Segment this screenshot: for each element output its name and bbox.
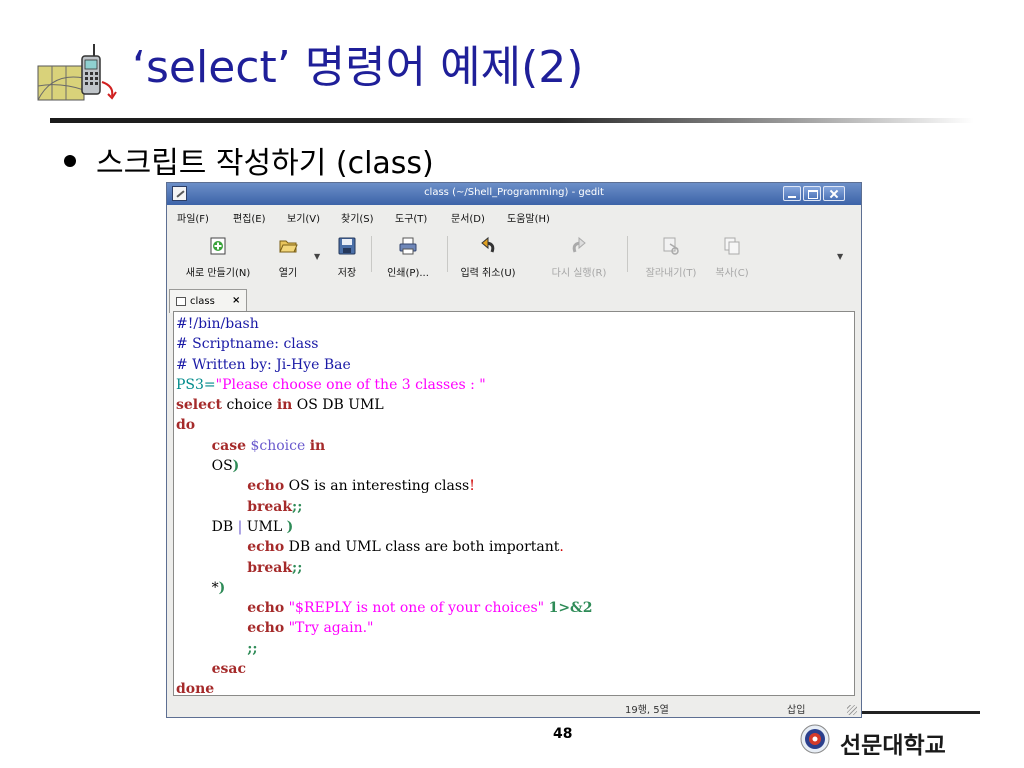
page-number: 48 — [553, 726, 573, 742]
status-bar: 19행, 5열 삽입 — [167, 697, 861, 717]
toolbar: 새로 만들기(N) 열기 ▼ 저장 인쇄(P)... 입력 취소(U) 다시 실… — [167, 228, 861, 286]
tab-label: class — [190, 296, 215, 307]
window-title: class (~/Shell_Programming) - gedit — [424, 187, 604, 198]
toolbar-separator — [447, 236, 448, 272]
new-document-icon — [210, 237, 226, 255]
document-icon — [176, 297, 186, 306]
new-button[interactable]: 새로 만들기(N) — [171, 228, 265, 284]
menu-edit[interactable]: 편집(E) — [233, 210, 266, 225]
close-window-button[interactable] — [823, 186, 845, 201]
resize-grip-icon[interactable] — [847, 705, 857, 715]
university-logo-text: 선문대학교 — [840, 732, 946, 759]
presentation-clipart-icon — [37, 44, 117, 101]
code-line: echo "Try again." — [247, 620, 374, 637]
code-line: PS3="Please choose one of the 3 classes … — [176, 376, 486, 393]
code-line: DB | UML ) — [176, 518, 294, 535]
open-button[interactable]: 열기 — [265, 228, 311, 284]
print-button-label: 인쇄(P)... — [387, 268, 429, 279]
bullet-text: 스크립트 작성하기 (class) — [96, 146, 434, 181]
code-line: OS) — [176, 458, 240, 475]
open-button-label: 열기 — [278, 268, 298, 279]
code-line: break;; — [247, 559, 303, 576]
toolbar-separator — [371, 236, 372, 272]
copy-button[interactable]: 복사(C) — [707, 228, 757, 284]
redo-button-label: 다시 실행(R) — [551, 268, 607, 279]
menu-view[interactable]: 보기(V) — [287, 210, 320, 225]
code-line: ;; — [247, 640, 258, 657]
insert-mode: 삽입 — [787, 705, 806, 716]
document-tabs: class × — [167, 287, 861, 313]
save-icon — [338, 237, 356, 255]
new-button-label: 새로 만들기(N) — [185, 268, 251, 279]
footer-divider — [862, 711, 980, 714]
print-button[interactable]: 인쇄(P)... — [375, 228, 441, 284]
code-line: # Scriptname: class — [176, 336, 319, 353]
redo-icon — [572, 236, 586, 253]
code-line: echo DB and UML class are both important… — [247, 539, 564, 556]
code-line: done — [176, 681, 215, 696]
folder-icon — [279, 240, 298, 253]
save-button-label: 저장 — [337, 268, 357, 279]
code-text: #!/bin/bash # Scriptname: class # Writte… — [174, 312, 854, 696]
toolbar-overflow-icon[interactable]: ▼ — [837, 252, 843, 261]
maximize-button[interactable] — [803, 186, 821, 201]
redo-button[interactable]: 다시 실행(R) — [541, 228, 617, 284]
scissors-icon — [663, 237, 679, 255]
open-recent-dropdown-icon[interactable]: ▼ — [314, 252, 320, 261]
code-line: select choice in OS DB UML — [176, 397, 384, 414]
menu-bar: 파일(F) 편집(E) 보기(V) 찾기(S) 도구(T) 문서(D) 도움말(… — [167, 206, 861, 226]
menu-search[interactable]: 찾기(S) — [341, 210, 374, 225]
code-line: # Written by: Ji-Hye Bae — [176, 356, 351, 373]
save-button[interactable]: 저장 — [327, 228, 367, 284]
gedit-window: class (~/Shell_Programming) - gedit 파일(F… — [166, 182, 862, 718]
close-tab-icon[interactable]: × — [232, 295, 240, 306]
text-editor[interactable]: #!/bin/bash # Scriptname: class # Writte… — [173, 311, 855, 696]
slide-title: ‘select’ 명령어 예제(2) — [132, 42, 584, 93]
bullet-dot-icon — [64, 154, 76, 167]
code-line: echo "$REPLY is not one of your choices"… — [247, 600, 593, 617]
code-line: break;; — [247, 498, 303, 515]
cut-button-label: 잘라내기(T) — [645, 268, 697, 279]
university-emblem-icon — [800, 724, 830, 754]
code-line: *) — [176, 579, 226, 596]
cut-button[interactable]: 잘라내기(T) — [633, 228, 709, 284]
code-line: esac — [211, 661, 246, 678]
code-line: #!/bin/bash — [176, 316, 259, 332]
minimize-button[interactable] — [783, 186, 801, 201]
code-line: echo OS is an interesting class! — [247, 478, 475, 495]
cursor-position: 19행, 5열 — [625, 705, 669, 716]
undo-button[interactable]: 입력 취소(U) — [453, 228, 523, 284]
menu-documents[interactable]: 문서(D) — [451, 210, 485, 225]
code-line: case $choice in — [211, 437, 326, 454]
copy-button-label: 복사(C) — [715, 268, 749, 279]
window-titlebar[interactable]: class (~/Shell_Programming) - gedit — [167, 183, 861, 205]
bullet-item: 스크립트 작성하기 (class) — [64, 146, 434, 182]
menu-tools[interactable]: 도구(T) — [395, 210, 427, 225]
code-line: do — [176, 417, 196, 434]
menu-help[interactable]: 도움말(H) — [507, 210, 550, 225]
printer-icon — [399, 237, 417, 255]
title-divider — [50, 118, 974, 123]
undo-icon — [481, 236, 495, 253]
toolbar-separator — [627, 236, 628, 272]
undo-button-label: 입력 취소(U) — [460, 268, 516, 279]
menu-file[interactable]: 파일(F) — [177, 210, 209, 225]
copy-icon — [724, 237, 740, 255]
tab-class[interactable]: class × — [169, 289, 247, 313]
